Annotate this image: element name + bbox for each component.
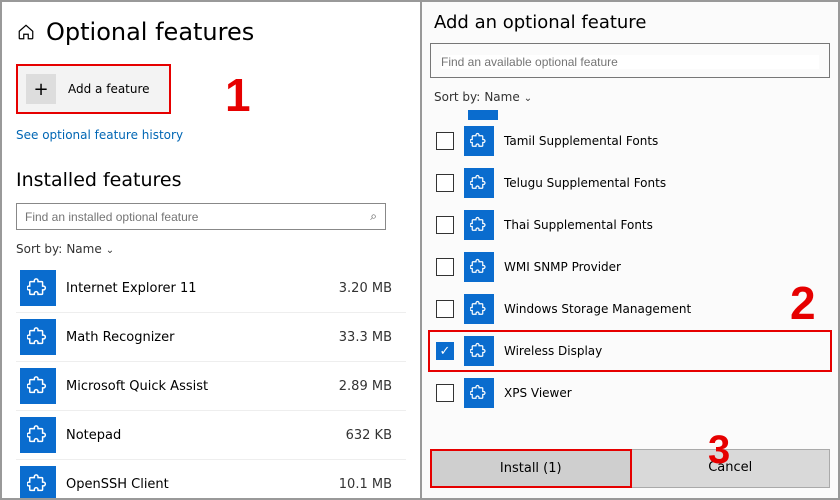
sort-value: Name	[66, 242, 101, 256]
feature-name: XPS Viewer	[504, 386, 572, 400]
puzzle-icon	[20, 466, 56, 498]
feature-name: Notepad	[66, 428, 336, 443]
feature-name: Telugu Supplemental Fonts	[504, 176, 666, 190]
annotation-3: 3	[708, 428, 730, 473]
puzzle-icon	[464, 168, 494, 198]
installed-feature-row[interactable]: Notepad 632 KB	[16, 411, 406, 460]
feature-name: WMI SNMP Provider	[504, 260, 621, 274]
puzzle-icon	[464, 252, 494, 282]
feature-size: 33.3 MB	[339, 330, 400, 345]
available-feature-row[interactable]: Thai Supplemental Fonts	[428, 204, 832, 246]
available-feature-row[interactable]: XPS Viewer	[428, 372, 832, 414]
available-feature-row[interactable]: WMI SNMP Provider	[428, 246, 832, 288]
feature-size: 10.1 MB	[339, 477, 400, 492]
puzzle-icon	[20, 270, 56, 306]
feature-name: Tamil Supplemental Fonts	[504, 134, 658, 148]
puzzle-icon	[464, 210, 494, 240]
feature-checkbox[interactable]	[436, 132, 454, 150]
puzzle-icon	[464, 336, 494, 366]
search-icon: ⌕	[370, 209, 377, 224]
feature-name: OpenSSH Client	[66, 477, 329, 492]
sort-by[interactable]: Sort by: Name ⌄	[16, 242, 412, 256]
feature-size: 3.20 MB	[339, 281, 400, 296]
available-search-input[interactable]	[441, 55, 819, 69]
feature-name: Thai Supplemental Fonts	[504, 218, 653, 232]
puzzle-icon	[20, 319, 56, 355]
page-title: Optional features	[46, 18, 254, 46]
feature-checkbox[interactable]	[436, 384, 454, 402]
puzzle-icon	[20, 368, 56, 404]
feature-name: Internet Explorer 11	[66, 281, 329, 296]
feature-name: Microsoft Quick Assist	[66, 379, 329, 394]
feature-checkbox[interactable]	[436, 342, 454, 360]
puzzle-icon	[464, 126, 494, 156]
installed-heading: Installed features	[16, 169, 412, 191]
feature-name: Wireless Display	[504, 344, 602, 358]
add-feature-label: Add a feature	[68, 82, 150, 96]
feature-name: Windows Storage Management	[504, 302, 691, 316]
plus-icon: +	[26, 74, 56, 104]
installed-search[interactable]: ⌕	[16, 203, 386, 230]
home-icon[interactable]	[16, 22, 36, 42]
sort-label: Sort by:	[16, 242, 62, 256]
feature-size: 2.89 MB	[339, 379, 400, 394]
sort-value-right: Name	[484, 90, 519, 104]
installed-feature-row[interactable]: Microsoft Quick Assist 2.89 MB	[16, 362, 406, 411]
installed-feature-row[interactable]: Internet Explorer 11 3.20 MB	[16, 264, 406, 313]
puzzle-icon	[464, 294, 494, 324]
installed-feature-row[interactable]: Math Recognizer 33.3 MB	[16, 313, 406, 362]
annotation-1: 1	[225, 68, 251, 122]
feature-checkbox[interactable]	[436, 174, 454, 192]
cancel-button[interactable]: Cancel	[632, 449, 831, 488]
available-feature-row[interactable]: Telugu Supplemental Fonts	[428, 162, 832, 204]
installed-feature-row[interactable]: OpenSSH Client 10.1 MB	[16, 460, 406, 498]
available-feature-row[interactable]: Windows Storage Management	[428, 288, 832, 330]
history-link[interactable]: See optional feature history	[16, 128, 183, 142]
available-feature-row[interactable]: Tamil Supplemental Fonts	[428, 120, 832, 162]
feature-checkbox[interactable]	[436, 300, 454, 318]
sort-label-right: Sort by:	[434, 90, 480, 104]
dialog-title: Add an optional feature	[434, 12, 826, 33]
feature-name: Math Recognizer	[66, 330, 329, 345]
available-feature-row[interactable]: Wireless Display	[428, 330, 832, 372]
puzzle-icon	[20, 417, 56, 453]
feature-size: 632 KB	[346, 428, 400, 443]
puzzle-icon	[464, 378, 494, 408]
feature-checkbox[interactable]	[436, 258, 454, 276]
annotation-2: 2	[790, 276, 816, 330]
installed-search-input[interactable]	[25, 210, 370, 224]
feature-checkbox[interactable]	[436, 216, 454, 234]
add-feature-button[interactable]: + Add a feature	[16, 64, 171, 114]
sort-by-right[interactable]: Sort by: Name ⌄	[434, 90, 832, 104]
chevron-down-icon: ⌄	[524, 93, 532, 104]
install-button[interactable]: Install (1)	[430, 449, 632, 488]
available-search[interactable]	[430, 43, 830, 78]
chevron-down-icon: ⌄	[106, 245, 114, 256]
scroll-partial-item	[468, 110, 498, 120]
